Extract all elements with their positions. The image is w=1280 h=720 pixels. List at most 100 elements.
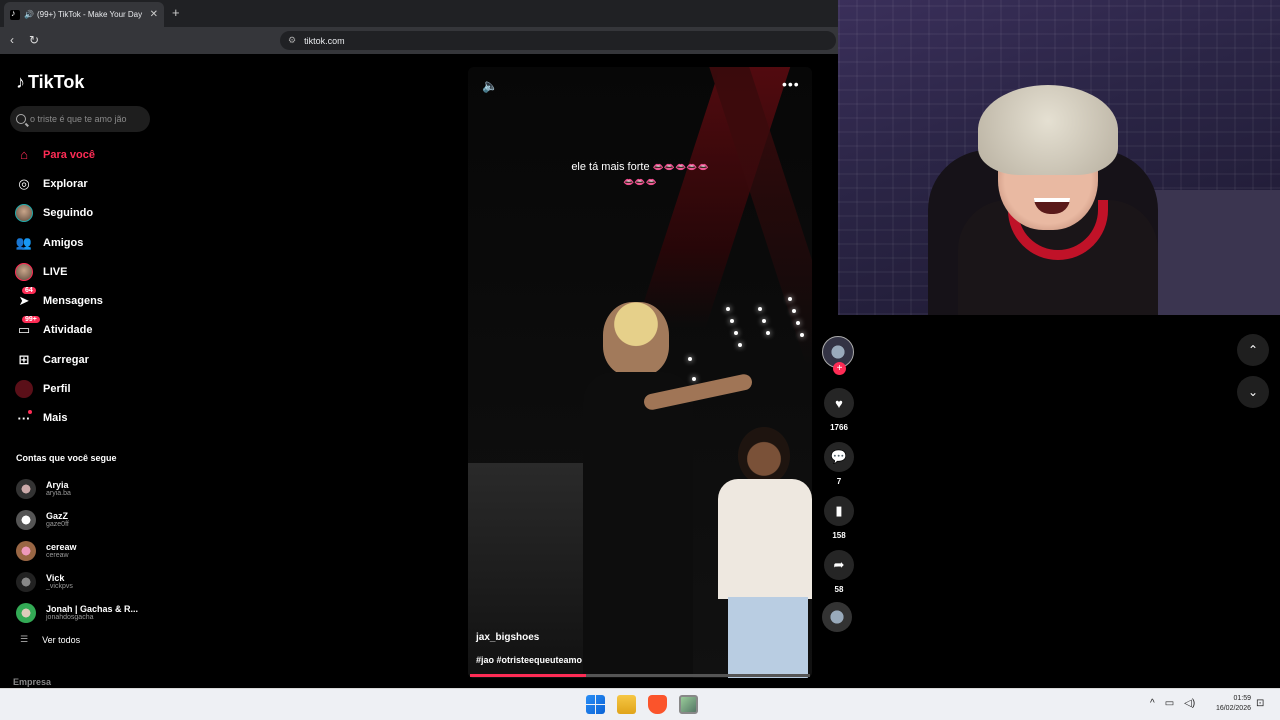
chevron-up-icon[interactable]: ^ xyxy=(1150,698,1155,709)
account-name: Jonah | Gachas & R... xyxy=(46,604,139,614)
sidebar-item-perfil[interactable]: Perfil xyxy=(14,374,103,403)
video-player[interactable] xyxy=(468,67,812,678)
video-actions: + ♥ 1766 💬 7 ▮ 158 ➦ 58 xyxy=(822,336,856,632)
browser-tab-bar: 🔊 (99+) TikTok - Make Your Day ✕ + xyxy=(0,0,838,27)
sidebar-item-amigos[interactable]: 👥 Amigos xyxy=(14,228,103,257)
sidebar-item-label: Mais xyxy=(43,412,68,425)
account-name: cereaw xyxy=(46,542,77,552)
overlay-emojis: 👄👄👄👄👄 xyxy=(652,162,709,172)
list-item[interactable]: GazZ gaze0ff xyxy=(16,504,138,535)
sidebar-item-carregar[interactable]: ⊞ Carregar xyxy=(14,345,103,374)
browser-tab[interactable]: 🔊 (99+) TikTok - Make Your Day ✕ xyxy=(4,2,164,27)
system-tray: ^ ▭ ◁) xyxy=(1150,698,1195,709)
following-list: Aryia aryia.ba GazZ gaze0ff cereaw cereaw V… xyxy=(16,473,138,628)
home-icon: ⌂ xyxy=(20,147,28,163)
video-performer xyxy=(583,302,754,678)
notification-icon[interactable]: ⊡ xyxy=(1256,698,1264,709)
messages-badge: 64 xyxy=(22,287,36,295)
profile-icon xyxy=(14,379,34,399)
url-text: tiktok.com xyxy=(304,35,345,46)
list-icon: ☰ xyxy=(20,634,29,644)
sidebar-item-live[interactable]: LIVE xyxy=(14,257,103,286)
see-all-button[interactable]: ☰ Ver todos xyxy=(20,634,80,645)
see-all-label: Ver todos xyxy=(42,634,81,645)
sidebar-item-mais[interactable]: ··· Mais xyxy=(14,404,103,433)
follow-plus-icon[interactable]: + xyxy=(833,362,846,375)
sidebar-item-para-voce[interactable]: ⌂ Para você xyxy=(14,140,103,169)
sidebar-item-label: Mensagens xyxy=(43,295,103,308)
windows-start-icon[interactable] xyxy=(586,695,605,714)
comment-button[interactable]: 💬 7 xyxy=(822,442,856,486)
list-item[interactable]: Vick _vickpvs xyxy=(16,566,138,597)
video-progress-bar[interactable] xyxy=(470,674,810,677)
like-button[interactable]: ♥ 1766 xyxy=(822,388,856,432)
list-item[interactable]: Jonah | Gachas & R... jonahdosgacha xyxy=(16,597,138,628)
live-avatar-icon xyxy=(14,262,34,282)
like-count: 1766 xyxy=(830,423,848,432)
search-input[interactable]: o triste é que te amo jão xyxy=(10,106,150,132)
time: 01:59 xyxy=(1233,695,1251,702)
account-handle: _vickpvs xyxy=(46,583,73,590)
heart-icon: ♥ xyxy=(824,388,854,418)
account-name: Aryia xyxy=(46,480,69,490)
reload-icon[interactable]: ↻ xyxy=(29,33,39,47)
overlay-text: ele tá mais forte xyxy=(571,161,650,173)
list-item[interactable]: Aryia aryia.ba xyxy=(16,473,138,504)
video-keyboard xyxy=(468,463,588,678)
url-field[interactable]: ⚙ tiktok.com xyxy=(280,31,836,50)
tab-title: (99+) TikTok - Make Your Day xyxy=(36,10,143,19)
volume-icon[interactable]: ◁) xyxy=(1184,698,1195,709)
clock[interactable]: 01:59 16/02/2026 xyxy=(1208,694,1251,714)
tiktok-logo[interactable]: ♪ TikTok xyxy=(16,72,84,93)
messages-icon: ➤ 64 xyxy=(14,287,36,311)
sidebar-item-seguindo[interactable]: Seguindo xyxy=(14,199,103,228)
file-explorer-icon[interactable] xyxy=(617,695,636,714)
list-item[interactable]: cereaw cereaw xyxy=(16,535,138,566)
brand-name: TikTok xyxy=(28,72,85,92)
sidebar-item-label: Perfil xyxy=(43,383,71,396)
sidebar-item-label: Explorar xyxy=(43,177,88,190)
site-info-icon[interactable]: ⚙ xyxy=(288,35,296,46)
speaker-icon: 🔊 xyxy=(24,10,34,19)
video-author[interactable]: jax_bigshoes xyxy=(476,632,539,643)
app-icon[interactable] xyxy=(679,695,698,714)
sidebar-item-mensagens[interactable]: ➤ 64 Mensagens xyxy=(14,286,103,315)
more-options-icon[interactable]: ••• xyxy=(782,76,800,92)
next-video-button[interactable]: ⌄ xyxy=(1237,376,1269,408)
save-button[interactable]: ▮ 158 xyxy=(822,496,856,540)
creator-avatar[interactable]: + xyxy=(822,336,854,375)
compass-icon: ◎ xyxy=(18,175,30,191)
tiktok-page: ♪ TikTok o triste é que te amo jão ⌂ Par… xyxy=(0,54,838,688)
sidebar-item-explorar[interactable]: ◎ Explorar xyxy=(14,169,103,198)
back-icon[interactable]: ‹ xyxy=(10,33,14,47)
previous-video-button[interactable]: ⌃ xyxy=(1237,334,1269,366)
tiktok-note-icon: ♪ xyxy=(16,72,25,92)
sidebar-nav: ⌂ Para você ◎ Explorar Seguindo 👥 Amigos… xyxy=(14,140,103,433)
network-icon[interactable]: ▭ xyxy=(1165,698,1174,709)
share-button[interactable]: ➦ 58 xyxy=(822,550,856,594)
music-disc-icon[interactable] xyxy=(822,602,852,632)
taskbar: ^ ▭ ◁) 01:59 16/02/2026 ⊡ xyxy=(0,688,1280,720)
video-hashtags[interactable]: #jao #otristeequeuteamo xyxy=(476,655,582,665)
avatar xyxy=(16,540,36,561)
sidebar-item-label: Atividade xyxy=(43,324,93,337)
footer-company-link[interactable]: Empresa xyxy=(13,677,51,687)
tiktok-favicon-icon xyxy=(10,8,20,20)
webcam-overlay xyxy=(838,0,1280,315)
avatar xyxy=(16,602,36,623)
video-caption-overlay: ele tá mais forte 👄👄👄👄👄 👄👄👄 xyxy=(545,160,735,190)
brave-browser-icon[interactable] xyxy=(648,695,667,714)
sidebar-item-label: Amigos xyxy=(43,236,84,249)
video-progress-fill xyxy=(470,674,586,677)
avatar xyxy=(16,478,36,499)
address-bar-row: ‹ ↻ ⚙ tiktok.com xyxy=(0,27,838,54)
volume-icon[interactable]: 🔈 xyxy=(482,78,498,94)
account-handle: jonahdosgacha xyxy=(46,614,94,621)
new-tab-button[interactable]: + xyxy=(172,5,180,20)
date: 16/02/2026 xyxy=(1215,705,1251,712)
activity-icon: ▭ 99+ xyxy=(14,316,40,340)
sidebar-item-atividade[interactable]: ▭ 99+ Atividade xyxy=(14,316,103,345)
close-tab-icon[interactable]: ✕ xyxy=(150,9,158,20)
following-avatar-icon xyxy=(14,203,34,223)
overlay-emojis: 👄👄👄 xyxy=(623,177,657,187)
